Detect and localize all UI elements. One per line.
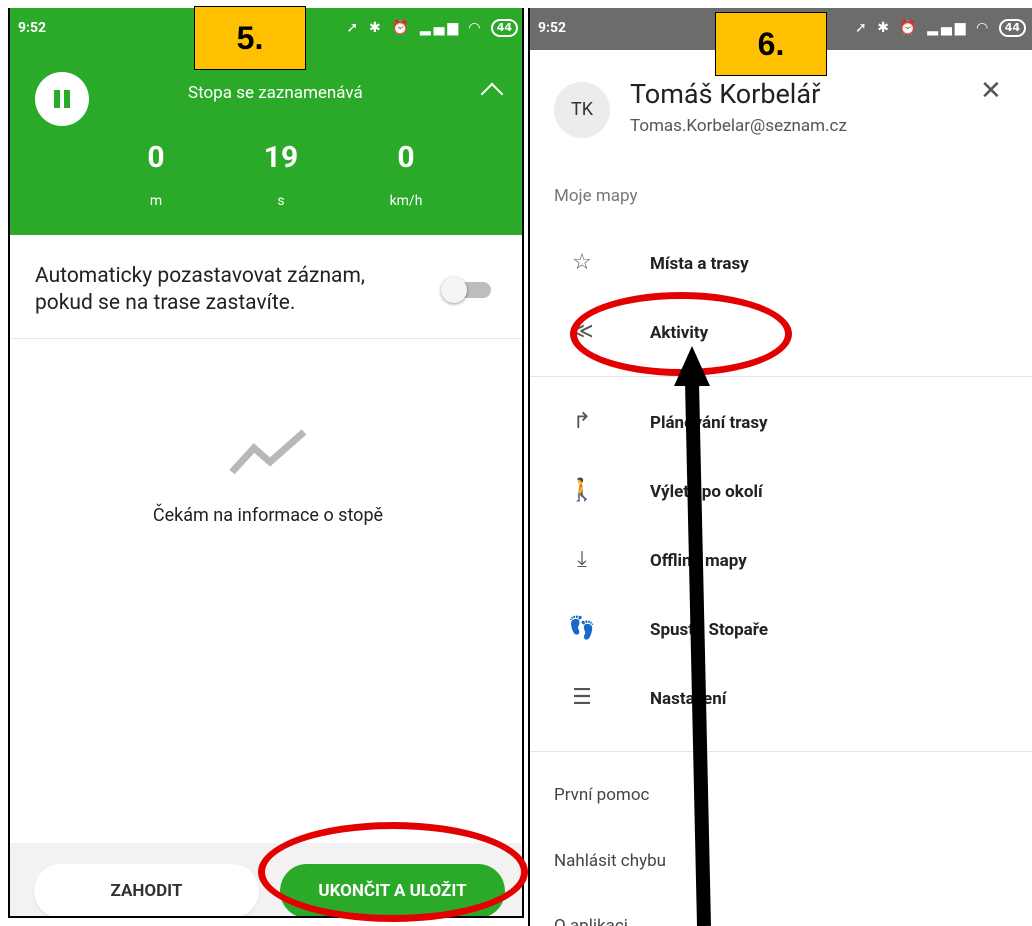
tutorial-screenshot: 9:52 ➚ ✱ ⏰ ▂▄▆ ◠ 44 Stopa se zaznamenává… (0, 0, 1032, 926)
pointer-arrow (674, 346, 711, 926)
